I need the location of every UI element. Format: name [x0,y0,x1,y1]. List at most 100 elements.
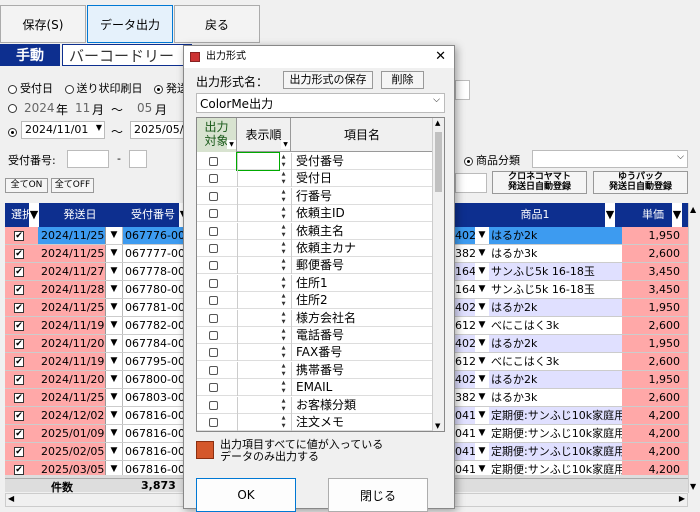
spinner-icon[interactable]: ▲ ▼ [279,275,288,292]
price-cell[interactable]: 2,600 [622,353,688,370]
output-target-checkbox[interactable] [209,209,218,219]
check-icon[interactable]: ✔ [14,231,24,241]
order-no-cell[interactable]: 067780-001 [122,281,185,298]
radio-month-range[interactable] [8,101,20,114]
yupack-auto-register-button[interactable]: ゆうパック 発送日自動登録 [593,171,688,194]
select-cell[interactable]: ✔ [5,425,38,442]
month-from[interactable]: 11 [75,101,90,115]
spinner-icon[interactable]: ▲ ▼ [279,379,288,396]
price-cell[interactable]: 2,600 [622,317,688,334]
date-dropdown-icon[interactable]: ▼ [105,263,122,280]
display-order-field[interactable] [237,309,279,327]
sort-icon[interactable]: ▼ [672,203,682,227]
check-icon[interactable]: ✔ [14,411,24,421]
check-icon[interactable]: ✔ [14,393,24,403]
date-from-field[interactable]: 2024/11/01 ▼ [21,121,105,139]
kuroneko-auto-register-button[interactable]: クロネコヤマト 発送日自動登録 [492,171,587,194]
price-cell[interactable]: 4,200 [622,407,688,424]
list-item[interactable]: ▲ ▼ 様方会社名 [197,309,433,327]
date-dropdown-icon[interactable]: ▼ [105,299,122,316]
date-dropdown-icon[interactable]: ▼ [105,371,122,388]
spinner-icon[interactable]: ▲ ▼ [279,223,288,240]
output-target-checkbox[interactable] [209,331,218,340]
check-icon[interactable]: ✔ [14,429,24,439]
right-field[interactable] [455,80,470,100]
date-dropdown-icon[interactable]: ▼ [105,425,122,442]
scroll-left-icon[interactable]: ◀ [8,494,14,503]
product-dropdown-icon[interactable]: ▼ [475,353,489,370]
spinner-icon[interactable]: ▲ ▼ [279,153,288,170]
all-on-button[interactable]: 全てON [5,178,48,193]
output-target-checkbox[interactable] [209,348,218,358]
check-icon[interactable]: ✔ [14,465,24,475]
price-cell[interactable]: 2,600 [622,245,688,262]
list-item[interactable]: ▲ ▼ 受付番号 [197,152,433,171]
product-cell[interactable]: はるか2k [489,371,622,388]
close-icon[interactable]: ✕ [435,46,446,68]
price-cell[interactable]: 3,450 [622,281,688,298]
output-target-checkbox[interactable] [209,365,218,375]
select-cell[interactable]: ✔ [5,335,38,352]
spinner-icon[interactable]: ▲ ▼ [279,327,288,344]
spinner-icon[interactable]: ▲ ▼ [279,362,288,379]
date-dropdown-icon[interactable]: ▼ [105,353,122,370]
order-no-cell[interactable]: 067782-001 [122,317,185,334]
display-order-field[interactable] [237,257,279,275]
list-item[interactable]: ▲ ▼ 依頼主名 [197,222,433,240]
product-cell[interactable]: 定期便:サンふじ10k家庭用 [489,407,622,424]
product-dropdown-icon[interactable]: ▼ [475,245,489,262]
product-dropdown-icon[interactable]: ▼ [475,299,489,316]
price-cell[interactable]: 2,600 [622,389,688,406]
product-cell[interactable]: はるか3k [489,245,622,262]
price-cell[interactable]: 4,200 [622,443,688,460]
scroll-up-icon[interactable]: ▲ [435,119,440,127]
price-cell[interactable]: 1,950 [622,335,688,352]
product-cell[interactable]: べにこはく3k [489,353,622,370]
display-order-field[interactable] [237,170,279,188]
check-icon[interactable]: ✔ [14,357,24,367]
spinner-icon[interactable]: ▲ ▼ [279,240,288,257]
display-order-field[interactable] [237,222,279,240]
output-target-checkbox[interactable] [209,244,218,253]
radio-invoice[interactable]: 送り状印刷日 [64,82,143,95]
output-target-checkbox[interactable] [209,174,218,184]
select-cell[interactable]: ✔ [5,263,38,280]
sort-icon[interactable]: ▼ [227,140,236,149]
product-dropdown-icon[interactable]: ▼ [475,263,489,280]
list-item[interactable]: ▲ ▼ 注文メモ [197,414,433,431]
radio-received[interactable]: 受付日 [8,82,53,95]
only-filled-checkbox[interactable] [196,441,214,459]
order-no-cell[interactable]: 067816-003 [122,443,185,460]
scroll-down-icon[interactable]: ▼ [435,422,440,430]
price-cell[interactable]: 1,950 [622,299,688,316]
display-order-field[interactable] [237,274,279,292]
product-dropdown-icon[interactable]: ▼ [475,227,489,244]
spinner-icon[interactable]: ▲ ▼ [279,344,288,361]
order-no-cell[interactable]: 067816-002 [122,425,185,442]
product-dropdown-icon[interactable]: ▼ [475,335,489,352]
product-dropdown-icon[interactable]: ▼ [475,371,489,388]
product-cell[interactable]: サンふじ5k 16-18玉 [489,281,622,298]
product-dropdown-icon[interactable]: ▼ [475,317,489,334]
check-icon[interactable]: ✔ [14,303,24,313]
order-no-cell[interactable]: 067816-001 [122,407,185,424]
product-cell[interactable]: サンふじ5k 16-18玉 [489,263,622,280]
scroll-up-icon[interactable]: ▲ [690,205,696,214]
header-order-no[interactable]: 受付番号 [123,203,183,227]
order-no-cell[interactable]: 067795-001 [122,353,185,370]
display-order-field[interactable] [237,396,279,414]
output-target-checkbox[interactable] [209,383,218,393]
product-dropdown-icon[interactable]: ▼ [475,407,489,424]
spinner-icon[interactable]: ▲ ▼ [279,205,288,222]
product-dropdown-icon[interactable]: ▼ [475,425,489,442]
list-item[interactable]: ▲ ▼ お客様分類 [197,396,433,414]
check-icon[interactable]: ✔ [14,321,24,331]
spinner-icon[interactable]: ▲ ▼ [279,170,288,187]
list-item[interactable]: ▲ ▼ 電話番号 [197,327,433,344]
order-no-cell[interactable]: 067777-001 [122,245,185,262]
select-cell[interactable]: ✔ [5,245,38,262]
product-cell[interactable]: はるか3k [489,389,622,406]
list-item[interactable]: ▲ ▼ 住所1 [197,274,433,292]
output-target-checkbox[interactable] [209,261,218,271]
order-no-cell[interactable]: 067784-001 [122,335,185,352]
